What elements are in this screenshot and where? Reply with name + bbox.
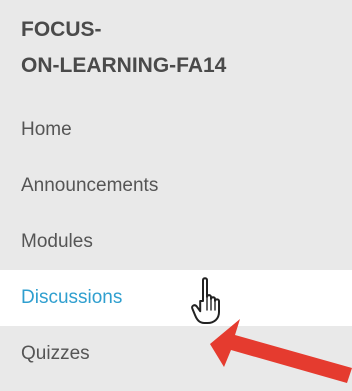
nav-item-quizzes[interactable]: Quizzes <box>0 326 352 382</box>
course-title-line-1: FOCUS- <box>21 18 102 41</box>
course-nav-list: Home Announcements Modules Discussions Q… <box>0 102 352 382</box>
nav-item-label: Home <box>21 119 72 140</box>
nav-item-home[interactable]: Home <box>0 102 352 158</box>
nav-item-discussions[interactable]: Discussions <box>0 270 352 326</box>
nav-item-label: Discussions <box>21 287 123 308</box>
nav-item-label: Modules <box>21 231 93 252</box>
course-title: FOCUS- ON-LEARNING-FA14 <box>21 12 341 84</box>
course-navigation-panel: FOCUS- ON-LEARNING-FA14 Home Announcemen… <box>0 0 352 391</box>
course-title-line-2: ON-LEARNING-FA14 <box>21 54 227 77</box>
nav-item-label: Announcements <box>21 175 159 196</box>
nav-item-label: Quizzes <box>21 343 90 364</box>
nav-item-announcements[interactable]: Announcements <box>0 158 352 214</box>
nav-item-modules[interactable]: Modules <box>0 214 352 270</box>
